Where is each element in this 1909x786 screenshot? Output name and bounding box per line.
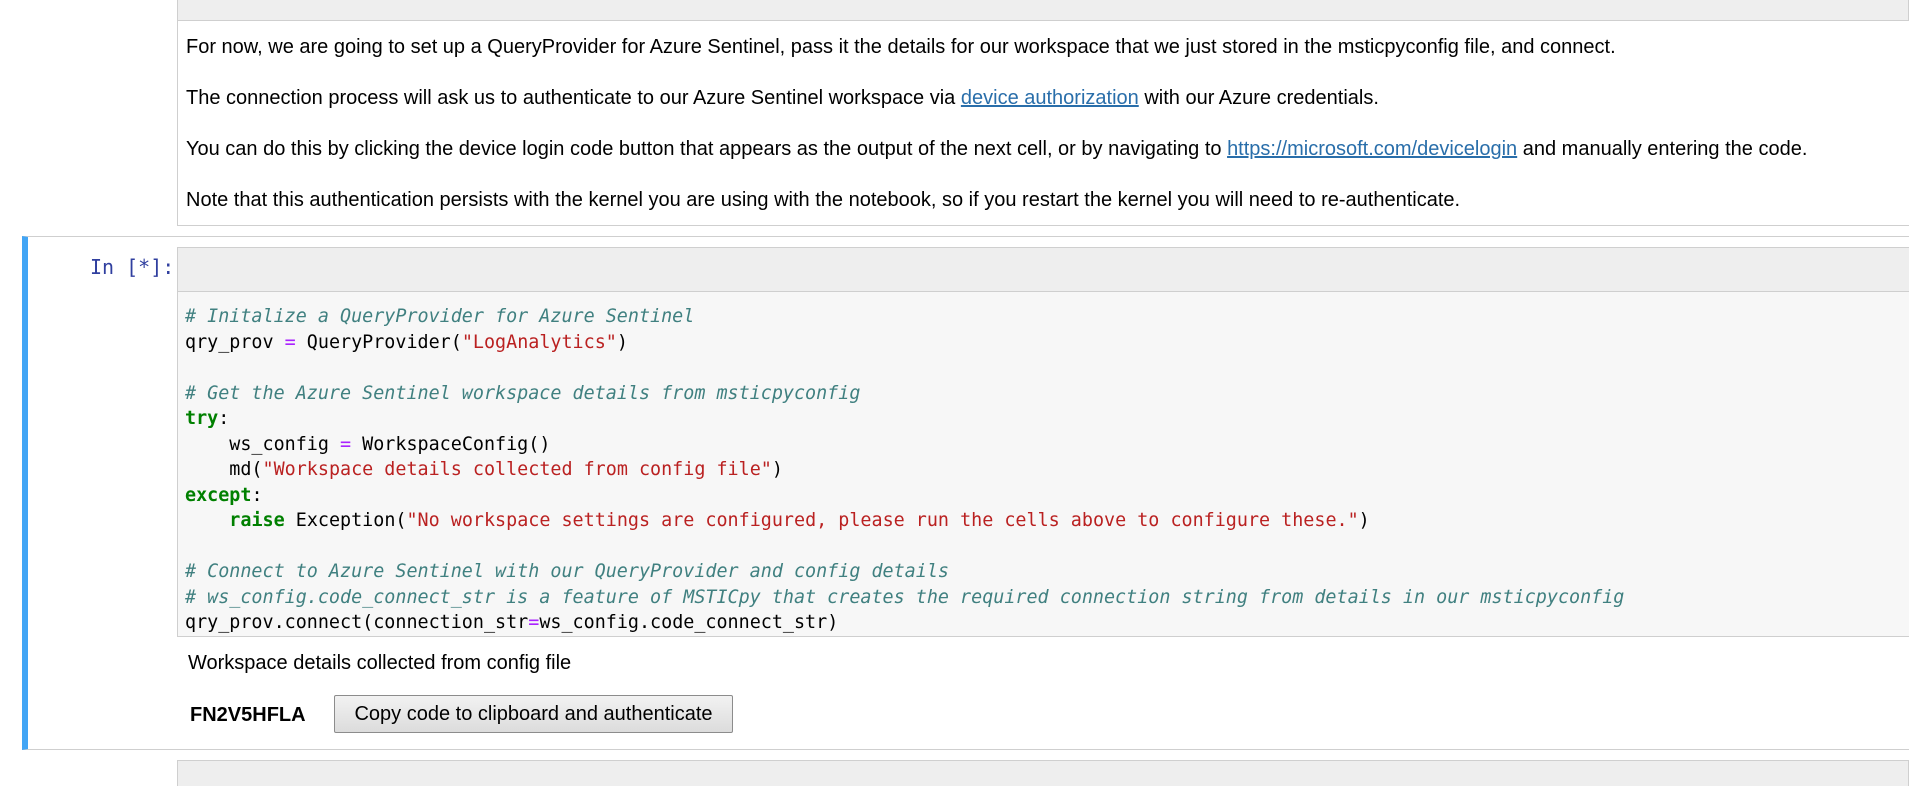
code-token: WorkspaceConfig() xyxy=(351,433,551,455)
paragraph-text: The connection process will ask us to au… xyxy=(186,87,961,109)
device-authorization-link[interactable]: device authorization xyxy=(961,87,1139,109)
markdown-paragraph-4: Note that this authentication persists w… xyxy=(186,188,1460,212)
code-token: ) xyxy=(1358,510,1370,531)
devicelogin-link[interactable]: https://microsoft.com/devicelogin xyxy=(1227,138,1517,160)
code-editor[interactable]: # Initalize a QueryProvider for Azure Se… xyxy=(185,304,1624,636)
paragraph-text: with our Azure credentials. xyxy=(1138,87,1379,109)
code-string: "Workspace details collected from config… xyxy=(262,459,772,480)
code-keyword: raise xyxy=(229,510,285,531)
code-token: ) xyxy=(771,459,783,480)
code-token: md( xyxy=(185,459,263,480)
paragraph-text: and manually entering the code. xyxy=(1517,138,1808,160)
output-message: Workspace details collected from config … xyxy=(188,652,572,674)
code-comment: # ws_config.code_connect_str is a featur… xyxy=(185,586,1625,608)
code-token: qry_prov.connect(connection_str xyxy=(185,612,529,633)
markdown-paragraph-2: The connection process will ask us to au… xyxy=(186,86,1379,110)
paragraph-text: Note that this authentication persists w… xyxy=(186,189,1461,211)
code-comment: # Get the Azure Sentinel workspace detai… xyxy=(185,382,861,404)
markdown-paragraph-1: For now, we are going to set up a QueryP… xyxy=(186,35,1616,59)
input-header-bar xyxy=(178,248,1909,292)
code-token: ws_config.code_connect_str) xyxy=(539,612,839,633)
code-token: ) xyxy=(616,331,628,353)
selected-code-cell[interactable]: In [*]: # Initalize a QueryProvider for … xyxy=(22,236,1909,750)
code-token: qry_prov xyxy=(185,331,285,353)
previous-cell[interactable] xyxy=(177,0,1909,21)
code-token: Exception( xyxy=(284,510,407,531)
markdown-cell[interactable]: For now, we are going to set up a QueryP… xyxy=(177,21,1909,226)
code-comment: # Connect to Azure Sentinel with our Que… xyxy=(185,561,949,582)
code-operator: = xyxy=(284,331,296,353)
input-prompt: In [*]: xyxy=(90,255,175,279)
code-input-area[interactable]: # Initalize a QueryProvider for Azure Se… xyxy=(177,247,1909,637)
next-cell[interactable] xyxy=(177,760,1909,786)
code-keyword: try xyxy=(185,408,219,429)
code-token: : xyxy=(251,484,263,506)
device-code-label: FN2V5HFLA xyxy=(190,704,306,726)
copy-code-authenticate-button[interactable]: Copy code to clipboard and authenticate xyxy=(334,695,733,733)
code-token: QueryProvider( xyxy=(295,331,462,353)
code-token: : xyxy=(218,408,230,429)
code-string: "No workspace settings are configured, p… xyxy=(406,510,1359,531)
code-keyword: except xyxy=(185,484,252,506)
code-operator: = xyxy=(340,433,352,455)
notebook-page: For now, we are going to set up a QueryP… xyxy=(0,0,1909,786)
code-comment: # Initalize a QueryProvider for Azure Se… xyxy=(185,306,695,327)
paragraph-text: For now, we are going to set up a QueryP… xyxy=(186,36,1616,58)
markdown-paragraph-3: You can do this by clicking the device l… xyxy=(186,137,1807,161)
code-operator: = xyxy=(528,612,540,633)
paragraph-text: You can do this by clicking the device l… xyxy=(186,138,1228,160)
code-string: "LogAnalytics" xyxy=(461,331,617,353)
code-token: ws_config xyxy=(185,433,341,455)
